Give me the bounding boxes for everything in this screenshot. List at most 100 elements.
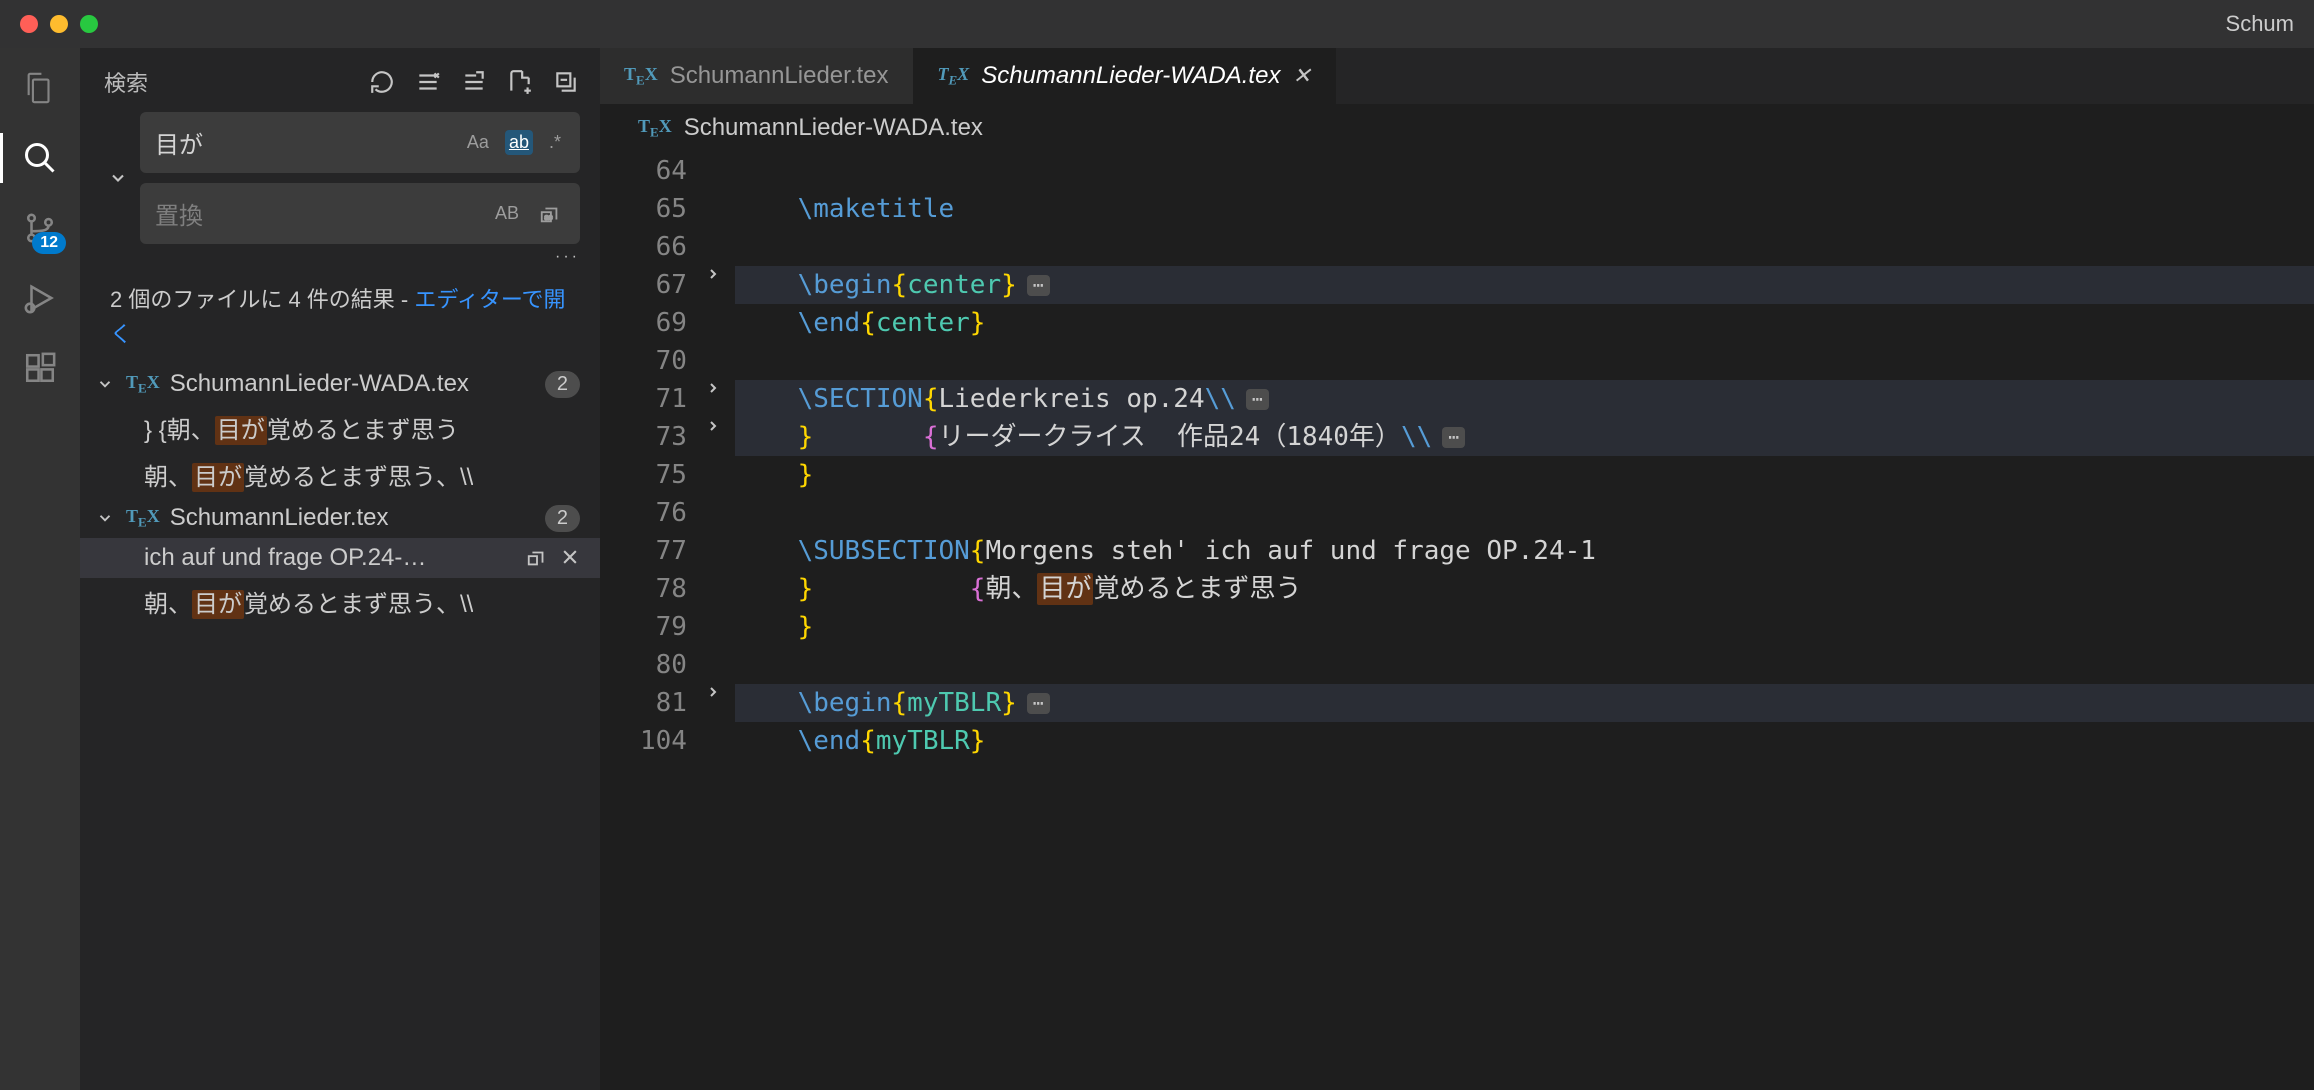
line-number: 80 <box>600 646 687 684</box>
tex-icon: TEX <box>126 372 160 397</box>
maximize-window-button[interactable] <box>80 15 98 33</box>
folded-code-indicator[interactable]: ⋯ <box>1027 693 1050 714</box>
result-line-actions <box>526 547 580 569</box>
folded-code-indicator[interactable]: ⋯ <box>1246 389 1269 410</box>
line-number: 67 <box>600 266 687 304</box>
extensions-icon[interactable] <box>20 348 60 388</box>
fold-indicator-icon[interactable] <box>705 418 735 456</box>
line-number: 104 <box>600 722 687 760</box>
replace-icon[interactable] <box>526 547 548 569</box>
line-number: 81 <box>600 684 687 722</box>
chevron-down-icon[interactable] <box>96 509 116 527</box>
result-file[interactable]: TEXSchumannLieder-WADA.tex2 <box>80 364 600 404</box>
line-number-gutter: 646566676970717375767778798081104 <box>600 152 705 1090</box>
search-header-actions <box>368 68 580 96</box>
code-line[interactable]: \end{myTBLR} <box>735 722 2314 760</box>
replace-placeholder: 置換 <box>155 196 203 231</box>
result-count-badge: 2 <box>545 505 580 532</box>
tab-label: SchumannLieder-WADA.tex <box>981 62 1280 90</box>
editor-tab[interactable]: TEXSchumannLieder-WADA.tex✕ <box>914 48 1336 104</box>
tab-label: SchumannLieder.tex <box>670 62 889 90</box>
code-line[interactable] <box>735 152 2314 190</box>
breadcrumb[interactable]: TEX SchumannLieder-WADA.tex <box>600 104 2314 152</box>
code-line[interactable]: \SECTION{Liederkreis op.24\\⋯ <box>735 380 2314 418</box>
fold-indicator-icon <box>705 190 735 228</box>
replace-all-icon[interactable]: ac <box>535 201 565 227</box>
collapse-all-icon[interactable] <box>552 68 580 96</box>
fold-indicator-icon <box>705 152 735 190</box>
code-line[interactable]: \begin{myTBLR}⋯ <box>735 684 2314 722</box>
fold-indicator-icon[interactable] <box>705 684 735 722</box>
code-line[interactable] <box>735 494 2314 532</box>
result-text: ich auf und frage OP.24-… <box>144 544 426 572</box>
toggle-search-details[interactable]: ··· <box>80 244 600 266</box>
fold-indicator-icon <box>705 494 735 532</box>
whole-word-icon[interactable]: ab <box>505 130 533 155</box>
dismiss-icon[interactable] <box>560 547 580 569</box>
fold-indicator-icon <box>705 342 735 380</box>
close-tab-icon[interactable]: ✕ <box>1292 63 1310 89</box>
code-line[interactable] <box>735 342 2314 380</box>
code-content[interactable]: \maketitle \begin{center}⋯ \end{center} … <box>735 152 2314 1090</box>
code-line[interactable]: \SUBSECTION{Morgens steh' ich auf und fr… <box>735 532 2314 570</box>
refresh-icon[interactable] <box>368 68 396 96</box>
toggle-replace-chevron-icon[interactable] <box>104 164 132 192</box>
result-file[interactable]: TEXSchumannLieder.tex2 <box>80 498 600 538</box>
search-inputs: 目が Aa ab .* 置換 AB ac <box>80 112 600 244</box>
search-input[interactable]: 目が Aa ab .* <box>140 112 580 173</box>
fold-indicator-icon <box>705 532 735 570</box>
breadcrumb-file: SchumannLieder-WADA.tex <box>684 114 983 142</box>
clear-results-icon[interactable] <box>414 68 442 96</box>
match-case-icon[interactable]: Aa <box>463 130 493 155</box>
source-control-icon[interactable]: 12 <box>20 208 60 248</box>
editor-area: TEX SchumannLieder.texTEX SchumannLieder-W… <box>600 48 2314 1090</box>
code-line[interactable]: } <box>735 456 2314 494</box>
folded-code-indicator[interactable]: ⋯ <box>1027 275 1050 296</box>
main: 12 検索 <box>0 48 2314 1090</box>
code-line[interactable]: \end{center} <box>735 304 2314 342</box>
code-line[interactable]: } {朝、目が覚めるとまず思う <box>735 570 2314 608</box>
fold-indicator-icon[interactable] <box>705 380 735 418</box>
code-line[interactable] <box>735 646 2314 684</box>
code-line[interactable]: \begin{center}⋯ <box>735 266 2314 304</box>
folded-code-indicator[interactable]: ⋯ <box>1442 427 1465 448</box>
results-summary: 2 個のファイルに 4 件の結果 - エディターで開く <box>80 266 600 364</box>
tex-icon: TEX <box>624 64 658 89</box>
new-file-icon[interactable] <box>506 68 534 96</box>
search-options: Aa ab .* <box>463 130 565 155</box>
fold-indicator-icon <box>705 646 735 684</box>
line-number: 76 <box>600 494 687 532</box>
editor-tabs: TEX SchumannLieder.texTEX SchumannLieder-W… <box>600 48 2314 104</box>
line-number: 79 <box>600 608 687 646</box>
search-results: TEXSchumannLieder-WADA.tex2} {朝、目が覚めるとまず… <box>80 364 600 625</box>
explorer-icon[interactable] <box>20 68 60 108</box>
code-line[interactable]: \maketitle <box>735 190 2314 228</box>
code-line[interactable]: } <box>735 608 2314 646</box>
close-window-button[interactable] <box>20 15 38 33</box>
chevron-down-icon[interactable] <box>96 375 116 393</box>
line-number: 70 <box>600 342 687 380</box>
line-number: 71 <box>600 380 687 418</box>
line-number: 66 <box>600 228 687 266</box>
search-header: 検索 <box>80 48 600 112</box>
preserve-case-icon[interactable]: AB <box>491 201 523 226</box>
result-text: 朝、目が覚めるとまず思う、\\ <box>144 584 473 619</box>
code-line[interactable] <box>735 228 2314 266</box>
fold-indicator-icon[interactable] <box>705 266 735 304</box>
result-line[interactable]: ich auf und frage OP.24-… <box>80 538 600 578</box>
results-count-text: 2 個のファイルに 4 件の結果 - <box>110 287 414 312</box>
result-line[interactable]: 朝、目が覚めるとまず思う、\\ <box>80 578 600 625</box>
search-icon[interactable] <box>20 138 60 178</box>
open-new-editor-icon[interactable] <box>460 68 488 96</box>
line-number: 77 <box>600 532 687 570</box>
line-number: 69 <box>600 304 687 342</box>
result-line[interactable]: 朝、目が覚めるとまず思う、\\ <box>80 451 600 498</box>
editor[interactable]: 646566676970717375767778798081104 \maket… <box>600 152 2314 1090</box>
editor-tab[interactable]: TEX SchumannLieder.tex <box>600 48 914 104</box>
run-debug-icon[interactable] <box>20 278 60 318</box>
code-line[interactable]: } {リーダークライス 作品24（1840年）\\⋯ <box>735 418 2314 456</box>
minimize-window-button[interactable] <box>50 15 68 33</box>
replace-input[interactable]: 置換 AB ac <box>140 183 580 244</box>
regex-icon[interactable]: .* <box>545 130 565 155</box>
result-line[interactable]: } {朝、目が覚めるとまず思う <box>80 404 600 451</box>
